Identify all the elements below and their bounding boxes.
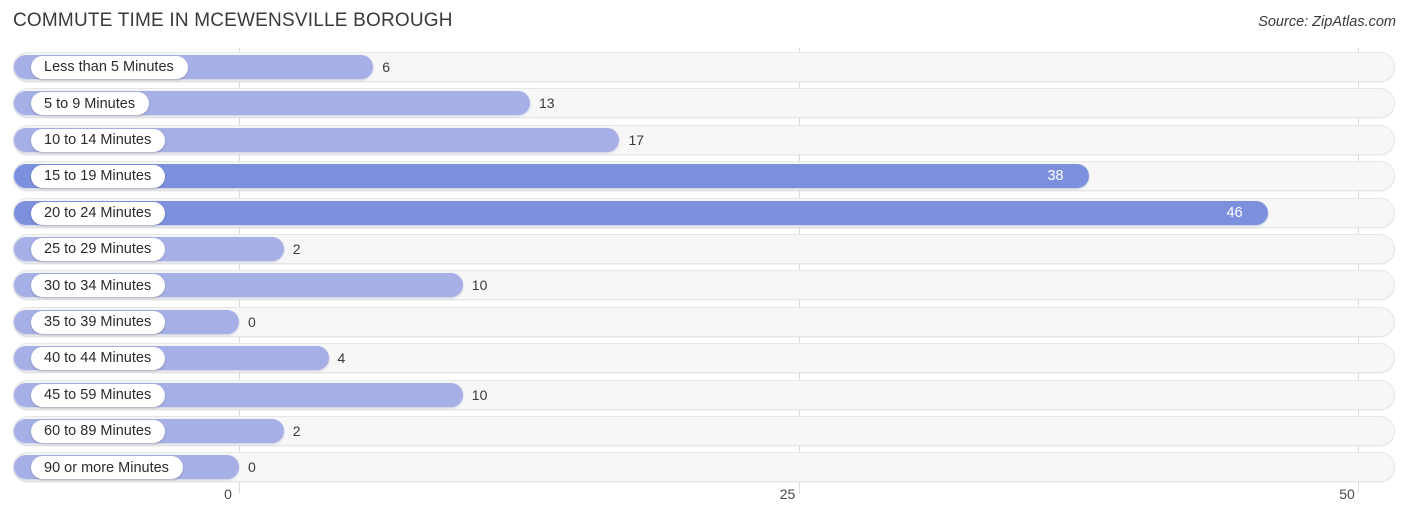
category-label-pill: 40 to 44 Minutes: [31, 347, 166, 371]
category-label-pill: 45 to 59 Minutes: [31, 383, 166, 407]
bar-value-label: 4: [337, 350, 346, 367]
x-axis: 0 25 50: [0, 486, 1406, 516]
category-label: 45 to 59 Minutes: [44, 386, 152, 403]
bar-value-label: 6: [382, 59, 391, 75]
chart-root: COMMUTE TIME IN MCEWENSVILLE BOROUGH Sou…: [0, 0, 1406, 523]
x-tick-label: 25: [779, 486, 796, 502]
category-label-pill: 35 to 39 Minutes: [31, 310, 166, 334]
category-label: 35 to 39 Minutes: [44, 314, 152, 331]
bar[interactable]: [14, 164, 1090, 189]
category-label-pill: 25 to 29 Minutes: [31, 238, 166, 261]
bar-value-label: 2: [292, 241, 301, 257]
category-label-pill: 15 to 19 Minutes: [31, 165, 166, 189]
category-label: 15 to 19 Minutes: [44, 168, 152, 185]
category-label-pill: 5 to 9 Minutes: [31, 92, 150, 116]
bar-value-label: 0: [248, 459, 256, 476]
category-label: 30 to 34 Minutes: [44, 277, 152, 294]
category-label-pill: 10 to 14 Minutes: [31, 128, 166, 152]
category-label-pill: 90 or more Minutes: [31, 456, 183, 480]
category-label-pill: 30 to 34 Minutes: [31, 274, 166, 298]
category-label-pill: 20 to 24 Minutes: [31, 201, 166, 225]
x-tick-label: 50: [1339, 486, 1355, 502]
category-label: 25 to 29 Minutes: [44, 241, 152, 258]
page-title: COMMUTE TIME IN MCEWENSVILLE BOROUGH: [13, 10, 453, 31]
category-label-pill: 60 to 89 Minutes: [31, 420, 166, 443]
category-label: 10 to 14 Minutes: [44, 132, 152, 149]
bar-value-label: 10: [471, 386, 488, 403]
category-label: 20 to 24 Minutes: [44, 204, 152, 221]
bar-value-label: 38: [1047, 168, 1064, 185]
bar-value-label: 46: [1226, 204, 1243, 221]
bar-value-label: 0: [248, 313, 256, 330]
x-tick-label: 0: [224, 486, 232, 502]
category-label-pill: Less than 5 Minutes: [31, 56, 188, 79]
bar-value-label: 2: [292, 423, 301, 439]
category-label: 5 to 9 Minutes: [44, 95, 136, 112]
source-attribution: Source: ZipAtlas.com: [1258, 14, 1396, 30]
category-label: 60 to 89 Minutes: [44, 423, 152, 440]
bar[interactable]: [14, 200, 1269, 225]
category-label: 90 or more Minutes: [44, 459, 169, 476]
bar-value-label: 17: [628, 131, 645, 148]
plot-area: Less than 5 Minutes 6 5 to 9 Minutes 13 10 t…: [0, 48, 1406, 493]
category-label: 40 to 44 Minutes: [44, 350, 152, 367]
bar-value-label: 10: [471, 277, 488, 294]
bar-value-label: 13: [538, 95, 555, 112]
category-label: Less than 5 Minutes: [44, 59, 174, 76]
